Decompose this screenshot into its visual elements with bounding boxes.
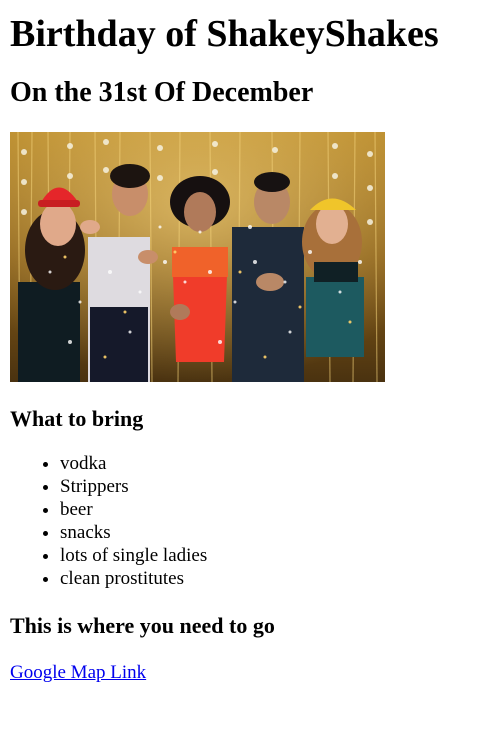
list-item: beer [60, 498, 470, 521]
list-item: snacks [60, 521, 470, 544]
party-photo [10, 132, 385, 382]
event-date-heading: On the 31st Of December [10, 77, 314, 108]
list-item: lots of single ladies [60, 544, 470, 567]
google-map-link[interactable]: Google Map Link [10, 661, 146, 684]
page-title: Birthday of ShakeyShakes [10, 13, 439, 55]
list-item: vodka [60, 452, 470, 475]
bring-heading: What to bring [10, 406, 144, 431]
location-heading: This is where you need to go [10, 613, 275, 638]
list-item: Strippers [60, 475, 470, 498]
list-item: clean prostitutes [60, 567, 470, 590]
page-content: Birthday of ShakeyShakes On the 31st Of … [0, 0, 480, 684]
bring-list: vodka Strippers beer snacks lots of sing… [10, 452, 470, 590]
